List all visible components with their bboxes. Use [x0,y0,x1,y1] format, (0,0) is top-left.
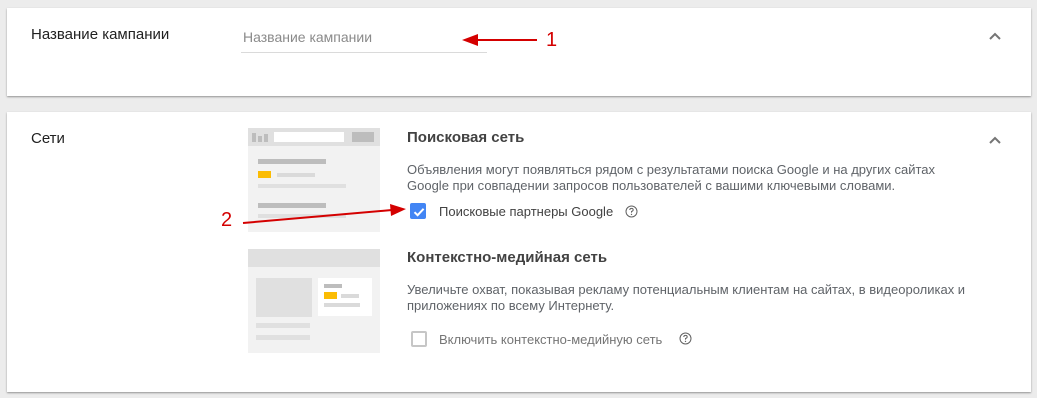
annotation-arrows [242,34,537,224]
annotation-marker-1: 1 [546,29,558,51]
annotation-arrow-1-head [462,34,478,46]
annotation-arrow-2-head [390,204,406,216]
annotation-marker-2: 2 [221,209,233,231]
annotation-arrow-2 [242,209,393,224]
